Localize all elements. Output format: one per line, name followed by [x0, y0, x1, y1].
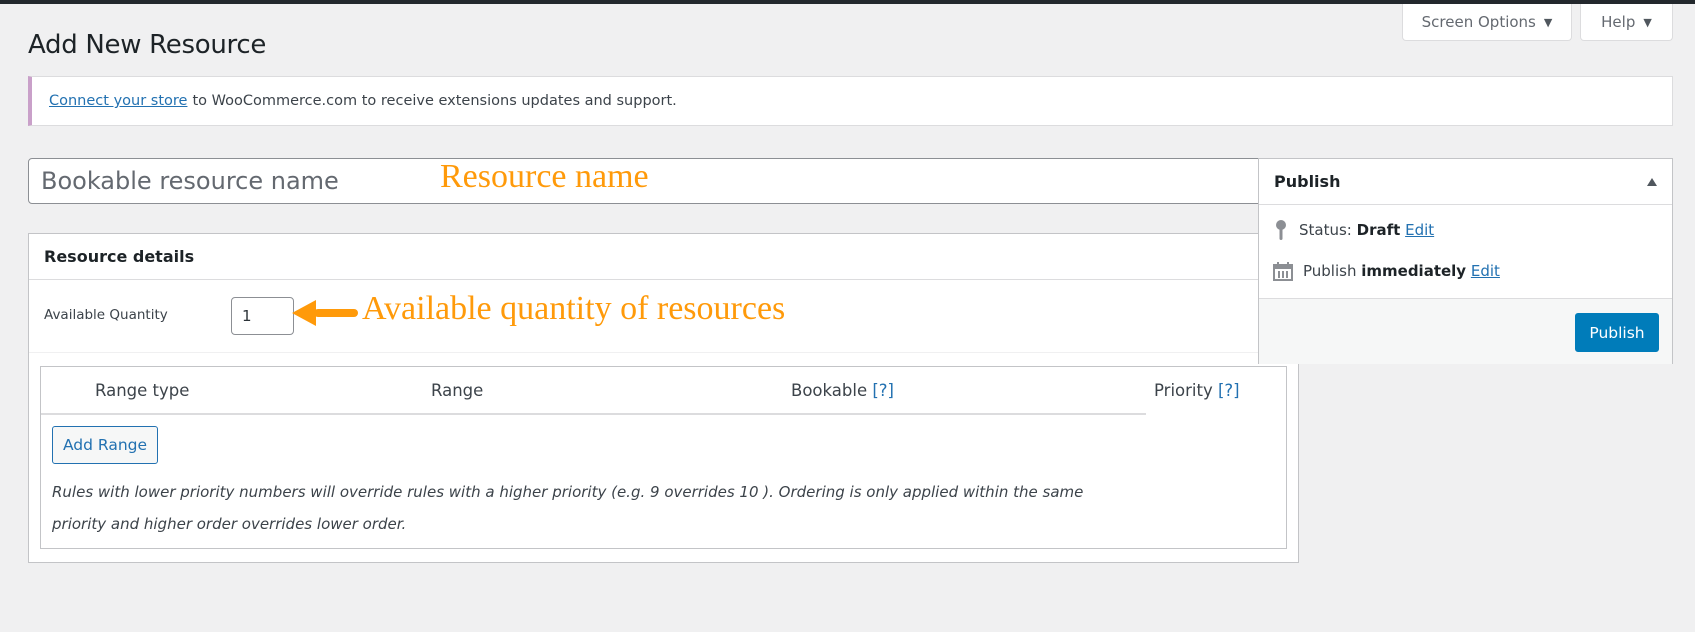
notice-text: to WooCommerce.com to receive extensions… [192, 93, 677, 109]
edit-status-link[interactable]: Edit [1405, 221, 1434, 239]
add-range-button[interactable]: Add Range [52, 426, 158, 464]
screen-options-button[interactable]: Screen Options ▼ [1402, 4, 1572, 41]
resource-details-title: Resource details [44, 247, 195, 266]
column-range: Range [431, 381, 484, 400]
edit-schedule-link[interactable]: Edit [1471, 262, 1500, 280]
help-label: Help [1601, 13, 1636, 31]
annotation-arrow-icon [292, 300, 358, 326]
help-button[interactable]: Help ▼ [1580, 4, 1673, 41]
resource-details-header: Resource details [29, 234, 1298, 280]
resource-details-box: Resource details Available Quantity Rang… [28, 233, 1299, 563]
collapse-toggle-icon[interactable] [1647, 177, 1657, 186]
caret-down-icon: ▼ [1643, 15, 1652, 29]
range-table-header: Range type Range Bookable [?] Priority [… [41, 367, 1286, 415]
caret-down-icon: ▼ [1543, 15, 1553, 29]
resource-name-input[interactable] [28, 158, 1298, 204]
schedule-label: Publish [1303, 262, 1357, 280]
header-divider [41, 413, 1146, 415]
available-quantity-input[interactable] [231, 297, 294, 335]
publish-schedule-row: Publish immediately Edit [1273, 261, 1500, 281]
publish-box-title: Publish [1274, 172, 1341, 191]
priority-rules-note: Rules with lower priority numbers will o… [52, 483, 1084, 533]
status-label: Status: [1299, 221, 1352, 239]
column-bookable: Bookable [?] [791, 381, 894, 400]
publish-actions: Publish [1259, 298, 1672, 364]
page-title: Add New Resource [28, 30, 267, 60]
bookable-help-link[interactable]: [?] [872, 381, 894, 400]
status-value: Draft [1356, 221, 1401, 239]
post-status-row: Status: Draft Edit [1273, 219, 1434, 241]
annotation-resource-name: Resource name [440, 158, 649, 195]
pin-icon [1276, 220, 1286, 240]
availability-range-table: Range type Range Bookable [?] Priority [… [40, 366, 1287, 549]
annotation-available-quantity: Available quantity of resources [362, 290, 786, 327]
connect-store-link[interactable]: Connect your store [49, 93, 187, 109]
woocommerce-connect-notice: Connect your store to WooCommerce.com to… [28, 76, 1673, 126]
schedule-value: immediately [1361, 262, 1467, 280]
column-priority: Priority [?] [1154, 381, 1240, 400]
publish-box-header: Publish [1259, 159, 1672, 205]
calendar-icon [1273, 262, 1293, 281]
priority-help-link[interactable]: [?] [1218, 381, 1240, 400]
screen-options-label: Screen Options [1421, 13, 1536, 31]
available-quantity-label: Available Quantity [44, 307, 168, 323]
publish-button[interactable]: Publish [1575, 313, 1659, 352]
column-range-type: Range type [95, 381, 190, 400]
publish-box: Publish Status: Draft Edit Publish immed… [1258, 158, 1673, 364]
